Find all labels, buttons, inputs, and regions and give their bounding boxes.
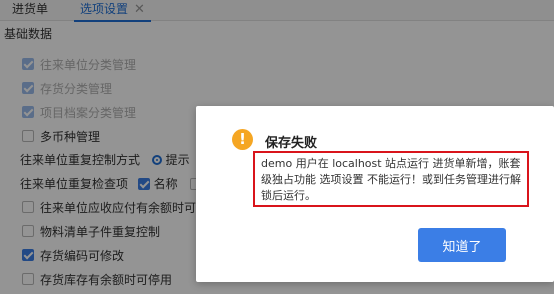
error-message: demo 用户在 localhost 站点运行 进货单新增，账套级独占功能 选项… [253, 151, 529, 207]
error-dialog: ! 保存失败 demo 用户在 localhost 站点运行 进货单新增，账套级… [196, 106, 554, 282]
warning-icon: ! [232, 129, 253, 150]
dialog-title: 保存失败 [265, 136, 318, 151]
ok-button[interactable]: 知道了 [418, 228, 506, 262]
